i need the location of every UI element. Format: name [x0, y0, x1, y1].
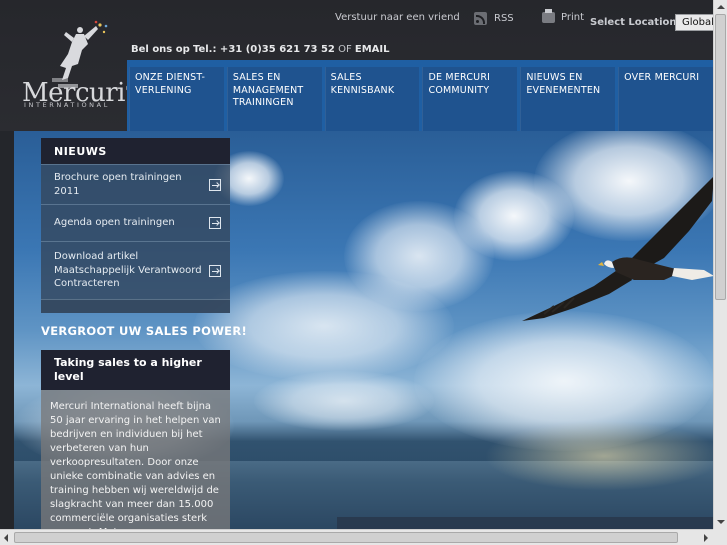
nav-item-over[interactable]: OVER MERCURI	[618, 67, 713, 131]
scroll-right-icon[interactable]	[699, 530, 713, 545]
nav-item-trainingen[interactable]: SALES EN MANAGEMENT TRAININGEN	[226, 67, 322, 131]
scroll-up-icon[interactable]	[714, 0, 727, 14]
horizontal-scroll-thumb[interactable]	[14, 532, 678, 543]
scrollbar-corner	[713, 529, 727, 545]
scroll-down-icon[interactable]	[714, 515, 727, 529]
news-footer	[41, 299, 230, 313]
print-link[interactable]: Print	[542, 9, 585, 23]
nav-item-diensten[interactable]: ONZE DIENST- VERLENING	[129, 67, 224, 131]
nav-item-community[interactable]: DE MERCURI COMMUNITY	[422, 67, 518, 131]
news-list: Brochure open trainingen 2011 Agenda ope…	[41, 164, 230, 313]
location-select[interactable]: Global	[675, 14, 713, 31]
news-item-label: Brochure open trainingen 2011	[54, 172, 182, 197]
contact-or: OF	[338, 44, 352, 55]
arrow-right-box-icon	[209, 178, 221, 191]
main-nav: ONZE DIENST- VERLENING SALES EN MANAGEMENT…	[127, 60, 713, 131]
news-item-label: Agenda open trainingen	[54, 217, 175, 229]
news-item-agenda[interactable]: Agenda open trainingen	[41, 204, 230, 241]
tagline: VERGROOT UW SALES POWER!	[41, 324, 248, 338]
nav-item-nieuws[interactable]: NIEUWS EN EVENEMENTEN	[520, 67, 616, 131]
scroll-left-icon[interactable]	[0, 530, 14, 545]
eagle-image	[522, 177, 713, 321]
rss-label: RSS	[494, 13, 514, 24]
vertical-scroll-thumb[interactable]	[715, 14, 726, 300]
rss-link[interactable]: RSS	[474, 12, 514, 25]
news-panel: NIEUWS Brochure open trainingen 2011 Age…	[41, 138, 230, 313]
hero-caption-bar	[337, 517, 713, 529]
news-item-artikel[interactable]: Download artikel Maatschappelijk Verantw…	[41, 241, 230, 299]
news-item-label: Download artikel Maatschappelijk Verantw…	[54, 251, 202, 290]
arrow-right-box-icon	[209, 264, 221, 277]
nav-item-kennisbank[interactable]: SALES KENNISBANK	[324, 67, 420, 131]
promo-body: Mercuri International heeft bijna 50 jaa…	[41, 390, 230, 529]
arrow-right-box-icon	[209, 217, 221, 229]
print-label: Print	[561, 12, 585, 23]
logo-subtitle: INTERNATIONAL	[24, 101, 110, 109]
send-to-friend-link[interactable]: Verstuur naar een vriend	[335, 12, 460, 23]
site-header: Mercuri® INTERNATIONAL Verstuur naar een…	[0, 0, 713, 131]
contact-line: Bel ons op Tel.: +31 (0)35 621 73 52 OF …	[131, 44, 390, 55]
email-link[interactable]: EMAIL	[355, 44, 390, 55]
rss-icon	[474, 12, 487, 25]
browser-viewport: Mercuri® INTERNATIONAL Verstuur naar een…	[0, 0, 713, 529]
news-title: NIEUWS	[41, 138, 230, 164]
phone-number: Tel.: +31 (0)35 621 73 52	[192, 44, 335, 55]
news-item-brochure[interactable]: Brochure open trainingen 2011	[41, 164, 230, 204]
location-label: Select Location:	[590, 17, 681, 28]
printer-icon	[542, 9, 555, 23]
contact-prefix: Bel ons op	[131, 44, 190, 55]
horizontal-scrollbar[interactable]	[0, 529, 713, 545]
promo-title: Taking sales to a higher level	[41, 350, 230, 390]
vertical-scrollbar[interactable]	[713, 0, 727, 529]
